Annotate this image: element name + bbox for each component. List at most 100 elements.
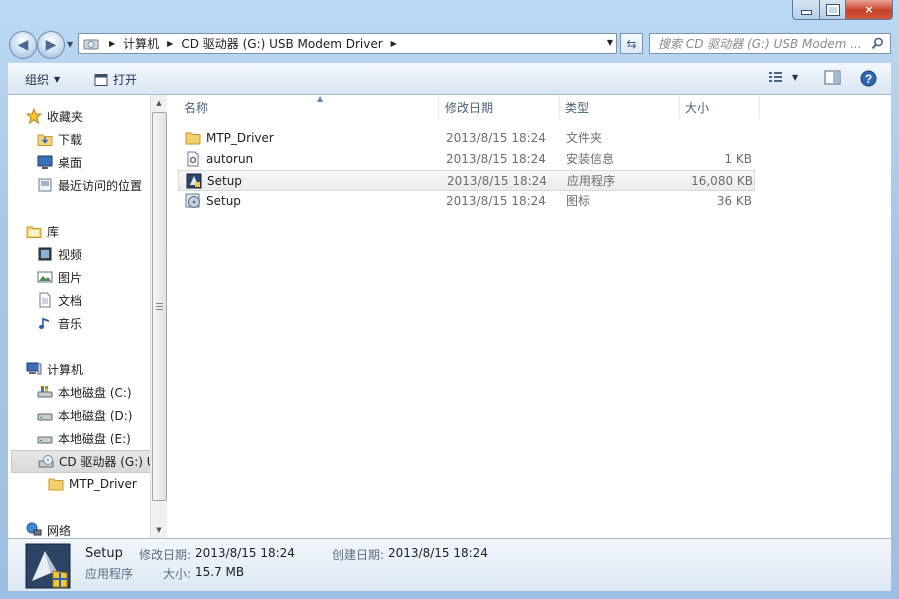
nav-favorites[interactable]: 收藏夹 <box>26 106 83 126</box>
nav-downloads[interactable]: 下载 <box>37 129 82 149</box>
library-icon <box>26 226 42 238</box>
details-created-value: 2013/8/15 18:24 <box>388 546 488 560</box>
preview-pane-icon <box>824 70 841 85</box>
cd-drive-icon <box>38 454 54 467</box>
nav-mtp-driver[interactable]: MTP_Driver <box>48 474 137 494</box>
close-icon: × <box>864 3 874 16</box>
setup-app-icon <box>25 543 71 589</box>
organize-button[interactable]: 组织 ▼ <box>25 71 60 88</box>
nav-drive-g[interactable]: CD 驱动器 (G:) U <box>11 450 150 473</box>
chevron-down-icon: ▼ <box>792 72 799 82</box>
system-drive-icon <box>37 386 53 398</box>
refresh-button[interactable]: ⇆ <box>620 33 643 54</box>
nav-pictures[interactable]: 图片 <box>37 267 82 287</box>
picture-icon <box>37 271 53 283</box>
details-modified-value: 2013/8/15 18:24 <box>195 546 295 560</box>
history-buttons: ◀ ▶ <box>9 31 67 59</box>
file-row-mtp-driver[interactable]: MTP_Driver 2013/8/15 18:24 文件夹 <box>178 128 755 149</box>
file-row-autorun[interactable]: autorun 2013/8/15 18:24 安装信息 1 KB <box>178 149 755 170</box>
back-button[interactable]: ◀ <box>9 31 37 59</box>
scroll-up-icon[interactable]: ▲ <box>151 95 167 111</box>
file-list: 名称 ▲ 修改日期 类型 大小 MTP_Driver 2013/8/15 18:… <box>167 94 891 538</box>
music-icon <box>39 318 49 329</box>
settings-file-icon <box>187 151 199 167</box>
breadcrumb-cd-drive[interactable]: CD 驱动器 (G:) USB Modem Driver <box>181 35 382 52</box>
nav-drive-e[interactable]: 本地磁盘 (E:) <box>37 428 131 448</box>
nav-libraries[interactable]: 库 <box>26 221 59 241</box>
command-bar: 组织 ▼ 打开 ▼ ? <box>8 62 891 95</box>
help-icon: ? <box>860 70 877 87</box>
computer-icon <box>26 362 42 375</box>
disc-icon <box>185 193 200 208</box>
column-header-name[interactable]: 名称 ▲ <box>179 94 439 119</box>
nav-drive-c[interactable]: 本地磁盘 (C:) <box>37 382 132 402</box>
hard-drive-icon <box>37 413 53 421</box>
nav-videos[interactable]: 视频 <box>37 244 82 264</box>
setup-app-icon <box>186 173 202 189</box>
column-header-type[interactable]: 类型 <box>560 95 680 119</box>
address-dropdown-icon[interactable]: ▼ <box>607 38 613 47</box>
nav-documents[interactable]: 文档 <box>37 290 82 310</box>
recent-pages-dropdown[interactable]: ▼ <box>67 40 75 49</box>
search-icon[interactable] <box>871 37 884 50</box>
details-file-name: Setup <box>85 546 123 561</box>
forward-button[interactable]: ▶ <box>37 31 65 59</box>
minimize-button[interactable] <box>792 0 820 20</box>
search-input[interactable]: 搜索 CD 驱动器 (G:) USB Modem ... <box>650 35 863 52</box>
details-pane: Setup 应用程序 修改日期: 2013/8/15 18:24 大小: 15.… <box>8 538 891 591</box>
details-size-label: 大小: <box>163 567 192 581</box>
sort-ascending-icon: ▲ <box>317 94 324 103</box>
breadcrumb-separator-icon[interactable]: ▶ <box>167 39 173 48</box>
drive-icon <box>83 39 99 49</box>
file-row-setup-ico[interactable]: Setup 2013/8/15 18:24 图标 36 KB <box>178 191 755 212</box>
details-size-value: 15.7 MB <box>195 565 245 579</box>
open-app-icon <box>94 73 108 86</box>
document-icon <box>39 292 51 308</box>
video-icon <box>38 247 52 261</box>
downloads-folder-icon <box>37 134 53 146</box>
explorer-window: × ◀ ▶ ▼ ▶ 计算机 ▶ CD 驱动器 (G:) USB Modem Dr… <box>0 0 899 599</box>
details-modified-label: 修改日期: <box>139 548 192 562</box>
navigation-pane: 收藏夹 下载 桌面 最近访问的位置 库 视频 图片 文档 音乐 计算机 本地磁盘… <box>8 95 150 538</box>
star-icon <box>26 108 42 124</box>
minimize-icon <box>800 10 812 15</box>
address-bar[interactable]: ▶ 计算机 ▶ CD 驱动器 (G:) USB Modem Driver ▶ ▼ <box>78 33 617 54</box>
file-row-setup-exe[interactable]: Setup 2013/8/15 18:24 应用程序 16,080 KB <box>178 170 755 191</box>
view-options-button[interactable]: ▼ <box>768 70 798 84</box>
svg-text:?: ? <box>865 72 872 86</box>
nav-computer[interactable]: 计算机 <box>26 359 83 379</box>
recent-places-icon <box>38 178 52 192</box>
folder-icon <box>185 132 201 145</box>
open-button[interactable]: 打开 <box>94 71 137 88</box>
arrow-right-icon: ▶ <box>45 37 57 53</box>
folder-icon <box>48 478 64 491</box>
search-box[interactable]: 搜索 CD 驱动器 (G:) USB Modem ... <box>649 33 891 54</box>
preview-pane-button[interactable] <box>824 70 841 85</box>
help-button[interactable]: ? <box>860 70 877 87</box>
column-header-size[interactable]: 大小 <box>680 95 760 119</box>
breadcrumb-computer[interactable]: 计算机 <box>123 35 159 52</box>
close-button[interactable]: × <box>846 0 893 20</box>
scroll-down-icon[interactable]: ▼ <box>151 522 167 538</box>
refresh-icon: ⇆ <box>626 36 637 51</box>
nav-network[interactable]: 网络 <box>26 520 71 538</box>
maximize-button[interactable] <box>820 0 846 20</box>
column-header-date[interactable]: 修改日期 <box>440 95 560 119</box>
nav-desktop[interactable]: 桌面 <box>37 152 82 172</box>
breadcrumb-separator-icon[interactable]: ▶ <box>391 39 397 48</box>
details-file-type: 应用程序 <box>85 567 134 581</box>
scroll-thumb[interactable] <box>152 112 167 501</box>
nav-drive-d[interactable]: 本地磁盘 (D:) <box>37 405 132 425</box>
maximize-icon <box>825 3 840 16</box>
navigation-scrollbar[interactable]: ▲ ▼ <box>150 95 167 538</box>
view-list-icon <box>769 72 782 82</box>
details-created-label: 创建日期: <box>332 548 385 562</box>
network-icon <box>26 522 42 536</box>
arrow-left-icon: ◀ <box>17 37 29 53</box>
nav-music[interactable]: 音乐 <box>37 313 82 333</box>
window-controls: × <box>792 0 893 20</box>
breadcrumb-separator-icon[interactable]: ▶ <box>109 39 115 48</box>
nav-recent-places[interactable]: 最近访问的位置 <box>37 175 142 195</box>
chevron-down-icon: ▼ <box>54 75 61 84</box>
open-label: 打开 <box>113 73 138 87</box>
